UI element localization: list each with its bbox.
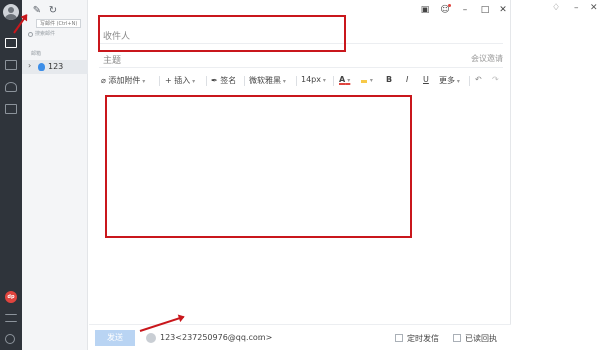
calendar-icon[interactable] bbox=[5, 104, 17, 114]
toolbar-divider bbox=[244, 76, 245, 86]
recipient-field[interactable]: 收件人 bbox=[99, 24, 503, 44]
sender-address[interactable]: 123<237250976@qq.com> bbox=[160, 333, 272, 342]
search-placeholder: 搜索邮件 bbox=[35, 31, 56, 37]
recipient-placeholder: 收件人 bbox=[103, 32, 131, 42]
chevron-right-icon[interactable]: › bbox=[28, 61, 31, 70]
menu-icon[interactable] bbox=[5, 314, 17, 322]
font-family-select[interactable]: 微软雅黑 bbox=[249, 75, 286, 86]
italic-button[interactable]: I bbox=[406, 75, 408, 84]
more-button[interactable]: 更多 bbox=[439, 75, 460, 86]
scheduled-send-label: 定时发信 bbox=[407, 334, 439, 343]
undo-icon[interactable]: ↶ bbox=[475, 75, 482, 84]
scheduled-send-checkbox[interactable]: 定时发信 bbox=[395, 333, 439, 344]
toolbar-divider bbox=[333, 76, 334, 86]
minimize-icon[interactable]: – bbox=[574, 3, 579, 13]
signature-button[interactable]: ✒ 签名 bbox=[211, 75, 236, 86]
attach-label: 添加附件 bbox=[108, 76, 141, 85]
settings-icon[interactable] bbox=[5, 334, 15, 344]
app-badge-icon[interactable]: dp bbox=[5, 291, 17, 303]
read-receipt-checkbox[interactable]: 已读回执 bbox=[453, 333, 497, 344]
mail-icon[interactable] bbox=[5, 38, 17, 48]
search-icon bbox=[28, 32, 33, 37]
pin-icon[interactable]: ♢ bbox=[552, 3, 560, 13]
meeting-invite-link[interactable]: 会议邀请 bbox=[471, 53, 503, 64]
read-receipt-label: 已读回执 bbox=[465, 334, 497, 343]
mailbox-section-label: 邮箱 bbox=[31, 51, 42, 57]
search-input[interactable]: 搜索邮件 bbox=[26, 29, 84, 40]
underline-button[interactable]: U bbox=[423, 75, 429, 84]
maximize-icon[interactable]: □ bbox=[478, 3, 492, 17]
message-body-editor[interactable] bbox=[99, 92, 503, 322]
toolbar-divider bbox=[159, 76, 160, 86]
close-icon[interactable]: ✕ bbox=[496, 3, 510, 17]
subject-placeholder: 主题 bbox=[103, 56, 122, 66]
highlight-color-button[interactable] bbox=[361, 75, 373, 84]
signature-label: 签名 bbox=[220, 76, 237, 85]
toolbar-divider bbox=[469, 76, 470, 86]
bold-button[interactable]: B bbox=[386, 75, 392, 84]
account-icon bbox=[38, 63, 45, 71]
subject-field[interactable]: 主题 会议邀请 bbox=[99, 48, 503, 68]
account-row[interactable]: › 123 bbox=[22, 60, 88, 74]
app-rail: dp bbox=[0, 0, 22, 350]
font-size-select[interactable]: 14px bbox=[301, 75, 326, 84]
checkbox-icon[interactable] bbox=[395, 334, 403, 342]
background-window: ♢ – ✕ bbox=[512, 0, 600, 350]
checkbox-icon[interactable] bbox=[453, 334, 461, 342]
chevron-down-icon[interactable]: ⌄ bbox=[257, 334, 263, 342]
send-button[interactable]: 发送 bbox=[95, 330, 135, 346]
toolbar-divider bbox=[206, 76, 207, 86]
refresh-icon[interactable]: ↻ bbox=[47, 5, 59, 17]
compose-icon[interactable]: ✎ bbox=[31, 5, 43, 17]
attach-button[interactable]: ⌀ 添加附件 bbox=[101, 75, 145, 86]
save-draft-icon[interactable]: ▣ bbox=[418, 3, 432, 17]
sender-avatar bbox=[146, 333, 156, 343]
avatar-icon[interactable] bbox=[3, 4, 19, 20]
toolbar-divider bbox=[296, 76, 297, 86]
close-icon[interactable]: ✕ bbox=[590, 3, 598, 13]
minimize-icon[interactable]: – bbox=[458, 3, 472, 17]
insert-button[interactable]: + 插入 bbox=[165, 75, 195, 86]
note-icon[interactable] bbox=[5, 60, 17, 70]
folder-panel: ✎ ↻ 写邮件 (Ctrl+N) 搜索邮件 邮箱 › 123 bbox=[22, 0, 88, 350]
contacts-icon[interactable] bbox=[5, 82, 17, 92]
insert-label: 插入 bbox=[174, 76, 191, 85]
contacts-picker-icon[interactable]: ☺ bbox=[438, 3, 452, 17]
compose-window: ▣ ☺ – □ ✕ 收件人 主题 会议邀请 ⌀ 添加附件 + 插入 ✒ 签名 微… bbox=[89, 0, 511, 350]
formatting-toolbar: ⌀ 添加附件 + 插入 ✒ 签名 微软雅黑 14px A B I U 更多 ↶ … bbox=[99, 72, 503, 90]
account-label: 123 bbox=[48, 62, 64, 71]
redo-icon[interactable]: ↷ bbox=[492, 75, 499, 84]
compose-tooltip: 写邮件 (Ctrl+N) bbox=[36, 19, 82, 28]
font-color-button[interactable]: A bbox=[339, 75, 350, 84]
